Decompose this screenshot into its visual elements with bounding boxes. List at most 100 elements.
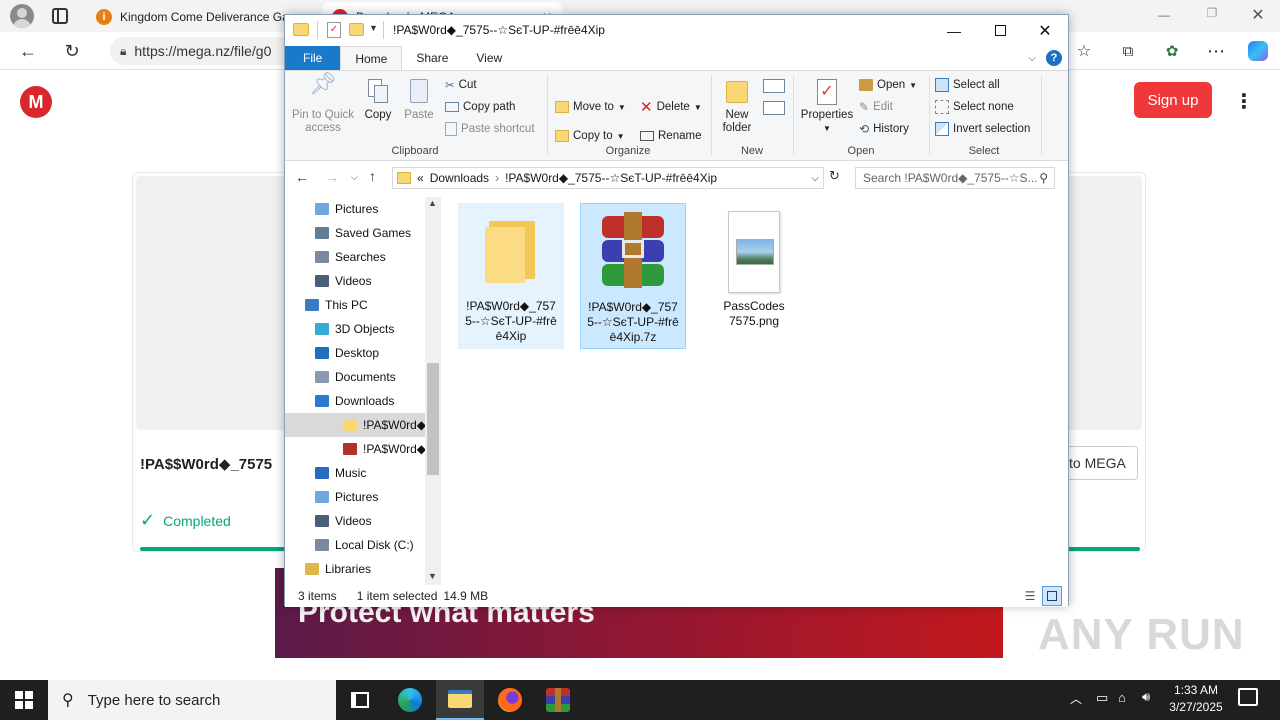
search-input[interactable]: Search !PA$W0rd◆_7575--☆S... ⚲: [855, 167, 1055, 189]
url-bar[interactable]: 🔒︎ https://mega.nz/file/g0: [110, 37, 310, 65]
up-icon[interactable]: ↑: [369, 168, 376, 184]
paste-button[interactable]: Paste: [399, 77, 439, 122]
history-button[interactable]: ⟲ History: [859, 119, 909, 139]
cut-button[interactable]: ✂ Cut: [445, 75, 477, 95]
nav-item[interactable]: Local Disk (C:): [285, 533, 425, 557]
address-bar[interactable]: « Downloads › !PA$W0rd◆_7575--☆SєT-UP-#f…: [392, 167, 824, 189]
nav-item[interactable]: Videos: [285, 509, 425, 533]
file-item-folder[interactable]: !PA$W0rd◆_7575--☆SєT-UP-#frēē4Xip: [458, 203, 564, 349]
profile-icon[interactable]: [10, 4, 34, 28]
nav-item[interactable]: !PA$W0rd◆_7575: [285, 437, 425, 461]
volume-icon[interactable]: 🔊︎: [1142, 689, 1150, 705]
save-to-mega-button[interactable]: to MEGA: [1058, 446, 1138, 480]
taskbar-firefox[interactable]: [486, 680, 534, 720]
address-dropdown-icon[interactable]: ⌵: [811, 173, 823, 184]
new-folder-qat-icon[interactable]: [349, 23, 364, 36]
breadcrumb-overflow[interactable]: «: [417, 171, 424, 185]
nav-item[interactable]: Searches: [285, 245, 425, 269]
tab-share[interactable]: Share: [402, 46, 462, 70]
scroll-down-icon[interactable]: ▼: [428, 571, 437, 581]
nav-item[interactable]: Desktop: [285, 341, 425, 365]
tab-home[interactable]: Home: [340, 46, 403, 70]
scroll-up-icon[interactable]: ▲: [428, 198, 437, 208]
extensions-icon[interactable]: ✿: [1158, 37, 1186, 65]
minimize-icon[interactable]: —: [931, 15, 977, 46]
tab-view[interactable]: View: [462, 46, 516, 70]
start-button[interactable]: [0, 680, 48, 720]
taskbar-winrar[interactable]: [534, 680, 582, 720]
task-view-button[interactable]: [336, 680, 384, 720]
copy-to-button[interactable]: Copy to ▼: [555, 126, 625, 146]
restore-browser-icon[interactable]: ❐: [1200, 6, 1224, 24]
expand-ribbon-icon[interactable]: ⌵: [1028, 53, 1036, 64]
breadcrumb-current[interactable]: !PA$W0rd◆_7575--☆SєT-UP-#frēē4Xip: [505, 171, 717, 185]
nav-item[interactable]: Pictures: [285, 485, 425, 509]
invert-selection-button[interactable]: Invert selection: [935, 119, 1030, 139]
forward-icon[interactable]: →: [325, 169, 339, 185]
close-icon[interactable]: ✕: [1022, 15, 1068, 46]
nav-item[interactable]: Documents: [285, 365, 425, 389]
taskbar-file-explorer[interactable]: [436, 680, 484, 720]
easy-access-icon[interactable]: [763, 101, 785, 115]
refresh-icon[interactable]: ↻: [829, 168, 840, 184]
file-item-archive[interactable]: !PA$W0rd◆_7575--☆SєT-UP-#frēē4Xip.7z: [580, 203, 686, 349]
scroll-thumb[interactable]: [427, 363, 439, 475]
large-icons-view-icon[interactable]: [1042, 586, 1062, 606]
minimize-browser-icon[interactable]: —: [1152, 8, 1176, 24]
edit-button[interactable]: ✎ Edit: [859, 97, 893, 117]
winrar-archive-icon: [600, 212, 666, 288]
nav-item[interactable]: Downloads: [285, 389, 425, 413]
notifications-icon[interactable]: [1238, 688, 1258, 706]
nav-item[interactable]: This PC: [285, 293, 425, 317]
rename-button[interactable]: Rename: [640, 126, 701, 146]
nav-scrollbar[interactable]: ▲ ▼: [425, 197, 441, 585]
signup-button[interactable]: Sign up: [1134, 82, 1212, 118]
back-icon[interactable]: ←: [14, 37, 42, 65]
tab-actions-icon[interactable]: [52, 8, 68, 24]
favorites-icon[interactable]: ☆: [1070, 37, 1098, 65]
refresh-icon[interactable]: ↻: [58, 37, 86, 65]
nav-item[interactable]: Music: [285, 461, 425, 485]
breadcrumb-downloads[interactable]: Downloads: [430, 171, 489, 185]
back-icon[interactable]: ←: [295, 169, 309, 185]
tab-file[interactable]: File: [285, 46, 341, 70]
more-menu-icon[interactable]: ⋯: [1202, 37, 1230, 65]
nav-item[interactable]: Saved Games: [285, 221, 425, 245]
details-view-icon[interactable]: ☰: [1020, 586, 1040, 606]
copy-path-button[interactable]: Copy path: [445, 97, 515, 117]
delete-button[interactable]: ✕ Delete ▼: [640, 97, 702, 117]
nav-item[interactable]: !PA$W0rd◆_7575: [285, 413, 425, 437]
new-folder-button[interactable]: New folder: [717, 77, 757, 135]
nav-item[interactable]: 3D Objects: [285, 317, 425, 341]
move-to-button[interactable]: Move to ▼: [555, 97, 626, 117]
network-tray-icon[interactable]: ▭: [1096, 690, 1108, 706]
taskbar-edge[interactable]: [386, 680, 434, 720]
open-button[interactable]: Open ▼: [859, 75, 917, 95]
mega-logo[interactable]: M: [20, 86, 52, 118]
taskbar-search[interactable]: ⚲ Type here to search: [48, 680, 336, 720]
properties-qat-icon[interactable]: ✓: [327, 22, 341, 38]
select-all-button[interactable]: Select all: [935, 75, 1000, 95]
history-icon: ⟲: [859, 122, 870, 136]
copy-button[interactable]: Copy: [359, 77, 397, 122]
qat-dropdown-icon[interactable]: ▼: [369, 23, 378, 33]
help-icon[interactable]: ?: [1046, 50, 1062, 66]
kebab-menu-icon[interactable]: ⋮: [1234, 90, 1254, 113]
nav-item[interactable]: Libraries: [285, 557, 425, 581]
maximize-icon[interactable]: [977, 15, 1023, 46]
copilot-icon[interactable]: [1244, 37, 1272, 65]
new-item-icon[interactable]: [763, 79, 785, 93]
clock[interactable]: 1:33 AM 3/27/2025: [1156, 682, 1236, 718]
collections-icon[interactable]: ⧉: [1114, 37, 1142, 65]
show-hidden-icons[interactable]: ︿: [1070, 690, 1082, 707]
file-item-image[interactable]: PassCodes 7575.png: [701, 203, 807, 349]
properties-button[interactable]: ✓ Properties ▼: [799, 77, 855, 135]
wifi-icon[interactable]: ⌂: [1118, 690, 1126, 705]
select-none-button[interactable]: Select none: [935, 97, 1014, 117]
recent-locations-icon[interactable]: ⌵: [351, 172, 358, 183]
pin-quick-access-button[interactable]: 📌︎ Pin to Quick access: [289, 73, 357, 135]
paste-shortcut-button[interactable]: Paste shortcut: [445, 119, 535, 139]
close-browser-icon[interactable]: ✕: [1246, 5, 1270, 25]
nav-item[interactable]: Videos: [285, 269, 425, 293]
nav-item[interactable]: Pictures: [285, 197, 425, 221]
